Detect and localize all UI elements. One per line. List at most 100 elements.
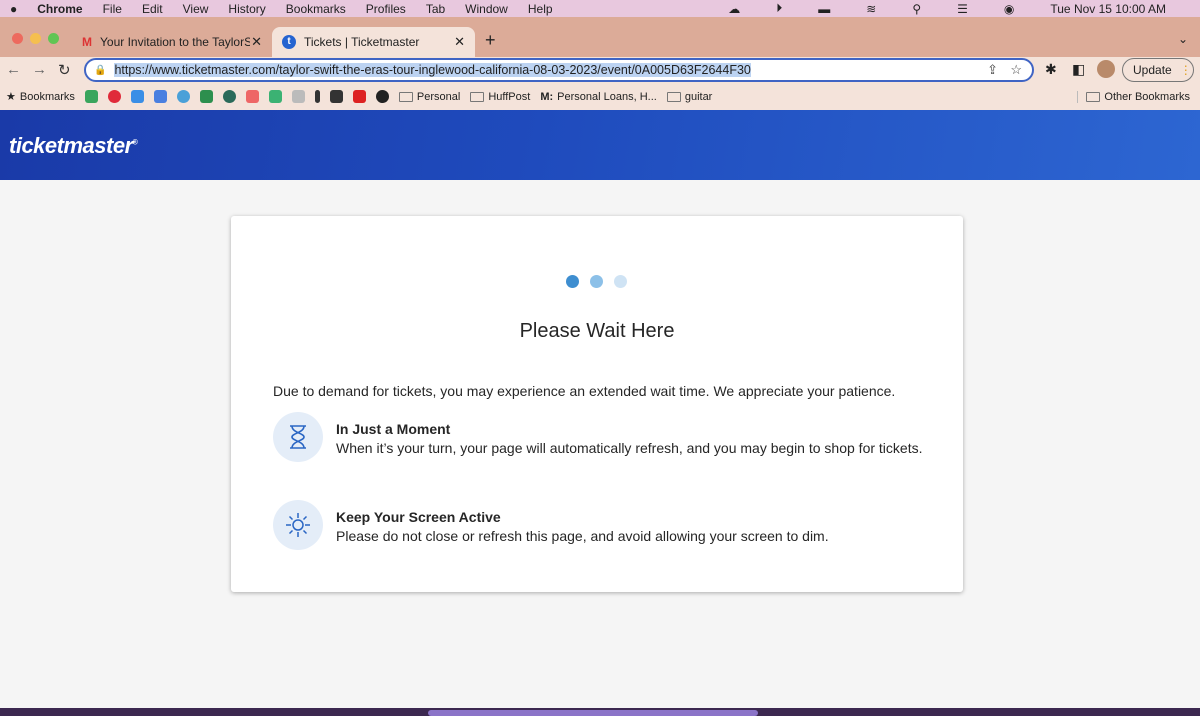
star-icon: ★	[6, 91, 16, 103]
ticketmaster-icon: t	[282, 35, 296, 49]
info-text: Please do not close or refresh this page…	[336, 528, 829, 544]
other-bookmarks[interactable]: Other Bookmarks	[1077, 90, 1190, 103]
control-center-icon[interactable]: ☰	[957, 2, 968, 16]
cloud-icon[interactable]: ☁	[728, 2, 740, 16]
globe-icon[interactable]	[375, 90, 389, 103]
bookmark-personal[interactable]: Personal	[398, 90, 461, 103]
info-title: In Just a Moment	[336, 421, 451, 437]
folder-icon	[470, 91, 485, 102]
address-bar[interactable]: 🔒 https://www.ticketmaster.com/taylor-sw…	[84, 58, 1034, 82]
bookmark-favicon-icon[interactable]	[176, 90, 190, 103]
menu-app[interactable]: Chrome	[37, 2, 82, 16]
clock[interactable]: Tue Nov 15 10:00 AM	[1050, 2, 1166, 16]
bookmark-huffpost[interactable]: HuffPost	[470, 91, 530, 103]
play-icon[interactable]: ⏵	[776, 1, 782, 16]
bookmark-label: HuffPost	[488, 90, 531, 103]
side-panel-icon[interactable]: ◧	[1072, 61, 1085, 78]
bookmark-label: guitar	[684, 90, 713, 103]
wifi-icon[interactable]: ≋	[866, 2, 876, 16]
gmail-icon: M	[82, 35, 92, 49]
close-tab-icon[interactable]: ✕	[251, 34, 262, 50]
loading-dot	[566, 275, 579, 288]
folder-icon	[1086, 91, 1101, 102]
info-title: Keep Your Screen Active	[336, 509, 501, 525]
close-window-button[interactable]	[12, 33, 23, 44]
tab-label: Your Invitation to the TaylorSw	[100, 35, 250, 49]
bookmark-favicon-icon[interactable]	[84, 90, 98, 103]
info-item: Keep Your Screen Active Please do not clo…	[273, 500, 829, 550]
menu-bookmarks[interactable]: Bookmarks	[286, 2, 346, 16]
dock[interactable]	[428, 710, 758, 716]
folder-icon	[398, 91, 413, 102]
menu-help[interactable]: Help	[528, 2, 553, 16]
ticketmaster-logo[interactable]: ticketmaster®	[9, 133, 138, 159]
siri-icon[interactable]: ◉	[1004, 2, 1014, 16]
calendar-icon[interactable]	[153, 90, 167, 103]
share-icon[interactable]: ⇪	[987, 62, 998, 78]
maximize-window-button[interactable]	[48, 33, 59, 44]
bookmark-favicon-icon[interactable]	[245, 90, 259, 103]
forward-button[interactable]: →	[32, 61, 47, 78]
menu-dots-icon: ⋮	[1179, 63, 1192, 77]
bookmarks-bar: ★ Bookmarks Personal HuffPost M: Personal …	[0, 83, 1200, 110]
folder-icon	[666, 91, 681, 102]
url-text[interactable]: https://www.ticketmaster.com/taylor-swif…	[114, 63, 751, 77]
menu-tab[interactable]: Tab	[426, 2, 445, 16]
info-item: In Just a Moment When it’s your turn, you…	[273, 412, 922, 462]
back-button[interactable]: ←	[6, 61, 21, 78]
loading-dot	[590, 275, 603, 288]
update-button[interactable]: Update ⋮	[1122, 58, 1194, 82]
spotlight-icon[interactable]: ⚲	[912, 2, 921, 16]
battery-icon[interactable]: ▬	[818, 2, 830, 16]
minimize-window-button[interactable]	[30, 33, 41, 44]
tab-search-chevron-icon[interactable]: ⌄	[1178, 32, 1188, 46]
bookmark-favicon-icon[interactable]	[352, 90, 366, 103]
pinterest-icon[interactable]	[107, 90, 121, 103]
twitter-icon[interactable]	[130, 90, 144, 103]
tab-ticketmaster[interactable]: t Tickets | Ticketmaster ✕	[272, 27, 475, 57]
bookmark-label: Personal	[416, 90, 461, 103]
menu-profiles[interactable]: Profiles	[366, 2, 406, 16]
bookmark-favicon-icon[interactable]	[329, 90, 343, 103]
menu-window[interactable]: Window	[465, 2, 508, 16]
browser-toolbar: ← → ↻ 🔒 https://www.ticketmaster.com/tay…	[0, 57, 1200, 83]
loading-dots	[566, 275, 627, 288]
wait-intro: Due to demand for tickets, you may exper…	[273, 383, 896, 399]
logo-text: ticketmaster	[9, 133, 133, 158]
apple-icon[interactable]: ●	[10, 2, 17, 16]
menu-history[interactable]: History	[228, 2, 265, 16]
bookmarks-menu[interactable]: ★ Bookmarks	[6, 90, 75, 104]
fork-knife-icon[interactable]	[314, 90, 320, 103]
bookmark-guitar[interactable]: guitar	[666, 90, 713, 103]
hourglass-icon	[273, 412, 323, 462]
tab-gmail[interactable]: M Your Invitation to the TaylorSw ✕	[72, 27, 272, 57]
update-label: Update	[1133, 63, 1172, 77]
mac-menubar: ● Chrome File Edit View History Bookmark…	[0, 0, 1200, 17]
menu-edit[interactable]: Edit	[142, 2, 163, 16]
menu-file[interactable]: File	[103, 2, 122, 16]
page-title: Please Wait Here	[519, 320, 675, 342]
extensions-icon[interactable]: ✱	[1045, 61, 1057, 78]
sun-icon	[273, 500, 323, 550]
bookmark-label: Other Bookmarks	[1104, 90, 1190, 103]
bookmark-label: Personal Loans, H...	[557, 90, 657, 103]
info-text: When it’s your turn, your page will auto…	[336, 440, 923, 456]
bookmarks-label: Bookmarks	[19, 90, 75, 103]
close-tab-icon[interactable]: ✕	[454, 34, 465, 50]
reload-button[interactable]: ↻	[58, 61, 71, 79]
new-tab-button[interactable]: +	[485, 30, 496, 51]
bookmark-personal-loans[interactable]: M: Personal Loans, H...	[540, 91, 657, 103]
bookmark-star-icon[interactable]: ☆	[1010, 62, 1022, 78]
avatar[interactable]	[1097, 60, 1115, 78]
loading-dot	[614, 275, 627, 288]
dock-edge	[0, 708, 1200, 716]
bookmark-favicon-icon[interactable]	[268, 90, 282, 103]
bookmark-favicon-icon[interactable]	[222, 90, 236, 103]
queue-card: Please Wait Here Due to demand for ticke…	[231, 216, 963, 592]
bookmark-favicon-icon[interactable]	[291, 90, 305, 103]
bookmark-favicon-text: M:	[540, 90, 554, 103]
site-header: ticketmaster®	[0, 110, 1200, 180]
tab-label: Tickets | Ticketmaster	[304, 35, 420, 49]
menu-view[interactable]: View	[183, 2, 209, 16]
bookmark-favicon-icon[interactable]	[199, 90, 213, 103]
